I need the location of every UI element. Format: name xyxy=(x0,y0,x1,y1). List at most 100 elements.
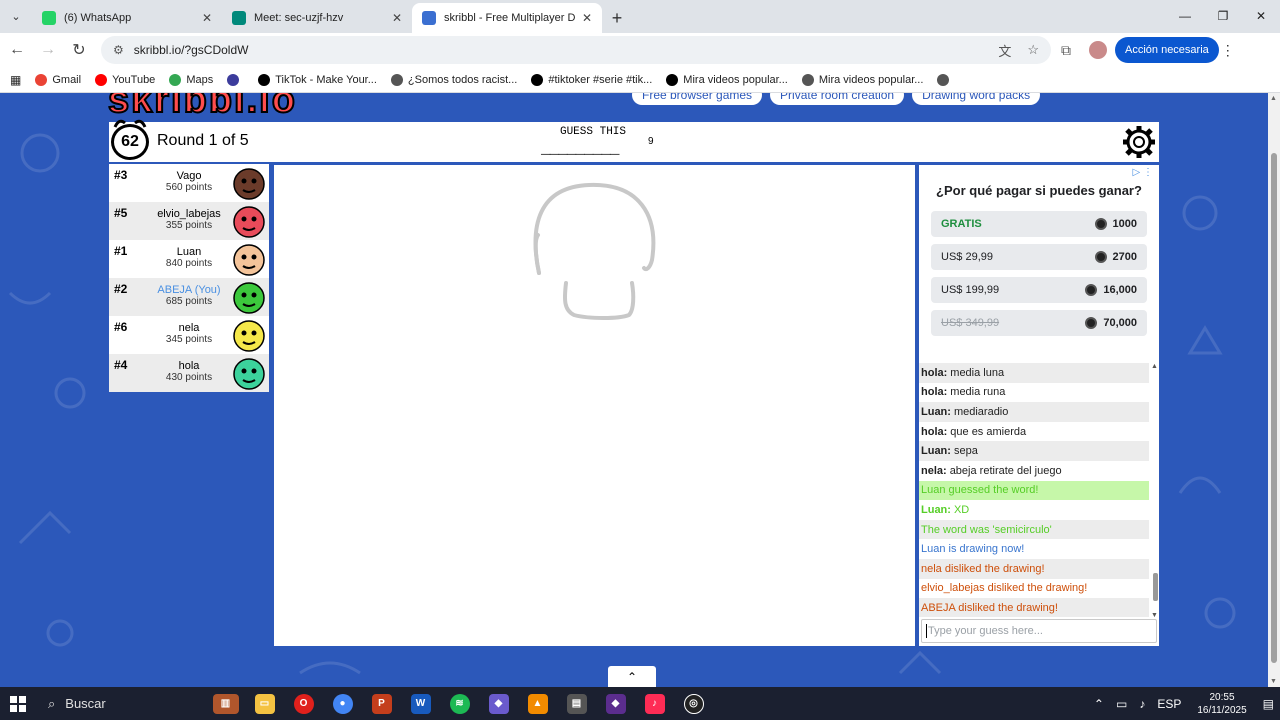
copilot-icon[interactable]: ◆ xyxy=(479,687,518,720)
chrome-icon[interactable]: ● xyxy=(323,687,362,720)
bookmark-star-icon[interactable]: ☆ xyxy=(1027,42,1039,58)
player-info: ABEJA (You) 685 points xyxy=(149,284,229,307)
private-room-link[interactable]: Private room creation xyxy=(770,93,905,105)
reload-button[interactable]: ↻ xyxy=(65,36,93,64)
bookmark-item[interactable]: Gmail xyxy=(35,73,81,86)
ad-offer[interactable]: GRATIS 1000 xyxy=(931,211,1147,237)
new-tab-button[interactable]: + xyxy=(602,3,632,33)
taskbar-widget-icon[interactable]: ▥ xyxy=(206,687,245,720)
bookmark-label: Maps xyxy=(186,73,214,86)
language-indicator[interactable]: ESP xyxy=(1157,697,1181,711)
offer-amount: 70,000 xyxy=(1103,317,1137,329)
player-row[interactable]: #2 ABEJA (You) 685 points xyxy=(109,278,269,316)
player-row[interactable]: #1 Luan 840 points xyxy=(109,240,269,278)
tab-close-icon[interactable]: ✕ xyxy=(202,11,212,25)
guess-input[interactable]: Type your guess here... xyxy=(921,619,1157,643)
bookmark-item[interactable]: YouTube xyxy=(95,73,156,86)
translate-icon[interactable]: 文 xyxy=(998,41,1011,60)
word-packs-link[interactable]: Drawing word packs xyxy=(912,93,1041,105)
tab-close-icon[interactable]: ✕ xyxy=(582,11,592,25)
minimize-button[interactable]: — xyxy=(1166,0,1204,32)
spotify-icon[interactable]: ≋ xyxy=(440,687,479,720)
network-icon[interactable]: ▭ xyxy=(1116,697,1127,711)
apps-icon[interactable]: ▦ xyxy=(10,73,21,87)
bookmark-icon xyxy=(801,73,814,86)
toolbar: ← → ↻ ⚙ skribbl.io/?gsCDoldW 文 ☆ ⧉ Acció… xyxy=(0,33,1280,67)
ad-offer[interactable]: US$ 29,99 2700 xyxy=(931,244,1147,270)
site-info-icon[interactable]: ⚙ xyxy=(113,43,124,57)
taskbar-search[interactable]: ⌕ Buscar xyxy=(36,696,206,712)
tab-strip: ⌄ (6) WhatsApp ✕ Meet: sec-uzjf-hzv ✕ skribb… xyxy=(0,0,1280,33)
tiktok-icon[interactable]: ♪ xyxy=(635,687,674,720)
close-window-button[interactable]: ✕ xyxy=(1242,0,1280,32)
player-points: 685 points xyxy=(165,296,213,307)
bookmark-label: YouTube xyxy=(112,73,156,86)
player-avatar xyxy=(233,206,265,238)
player-row[interactable]: #4 hola 430 points xyxy=(109,354,269,392)
powerpoint-icon[interactable]: P xyxy=(362,687,401,720)
windows-start-button[interactable] xyxy=(0,687,36,720)
bookmark-item[interactable]: Mira videos popular... xyxy=(666,73,788,86)
address-bar[interactable]: ⚙ skribbl.io/?gsCDoldW 文 ☆ xyxy=(101,36,1051,64)
extensions-icon[interactable]: ⧉ xyxy=(1051,42,1081,59)
chat-scrollbar[interactable]: ▲ ▼ xyxy=(1151,363,1159,619)
chat-log: hola: media luna hola: media runa Luan: media… xyxy=(919,363,1149,617)
back-button[interactable]: ← xyxy=(3,36,31,64)
bookmark-item[interactable]: TikTok - Make Your... xyxy=(258,73,377,86)
vlc-icon[interactable]: ▲ xyxy=(518,687,557,720)
player-rank: #5 xyxy=(114,206,128,220)
browser-menu-icon[interactable]: ⋮ xyxy=(1219,42,1237,59)
bookmark-item[interactable]: Maps xyxy=(169,73,214,86)
bookmark-label: #tiktoker #serie #tik... xyxy=(548,73,653,86)
player-points: 355 points xyxy=(165,220,213,231)
tray-chevron-icon[interactable]: ⌃ xyxy=(1094,697,1104,711)
chat-message: Luan is drawing now! xyxy=(919,539,1149,559)
bookmark-item[interactable]: #tiktoker #serie #tik... xyxy=(531,73,653,86)
tab-close-icon[interactable]: ✕ xyxy=(392,11,402,25)
volume-icon[interactable]: ♪ xyxy=(1139,697,1145,711)
free-browser-games-link[interactable]: Free browser games xyxy=(632,93,763,105)
drawing-canvas[interactable] xyxy=(274,165,915,646)
taskbar-clock[interactable]: 20:55 16/11/2025 xyxy=(1197,691,1246,717)
browser-tab[interactable]: skribbl - Free Multiplayer Drawi ✕ xyxy=(412,3,602,33)
notifications-icon[interactable]: ▤ xyxy=(1263,697,1274,711)
maximize-button[interactable]: ❐ xyxy=(1204,0,1242,32)
ad-choices-icon[interactable]: ▷ ⋮ xyxy=(1133,167,1153,178)
player-avatar xyxy=(233,168,265,200)
bookmark-item[interactable]: ¿Somos todos racist... xyxy=(390,73,517,86)
obs-icon[interactable]: ◎ xyxy=(674,687,713,720)
bookmark-item[interactable] xyxy=(227,73,244,86)
page-scrollbar[interactable]: ▲ ▼ xyxy=(1268,93,1280,687)
guess-this-label: GUESS THIS xyxy=(559,126,626,138)
player-row[interactable]: #5 elvio_labejas 355 points xyxy=(109,202,269,240)
profile-avatar[interactable] xyxy=(1089,41,1107,59)
taskbar-search-label: Buscar xyxy=(65,696,106,711)
player-rank: #1 xyxy=(114,244,128,258)
browser-tab[interactable]: Meet: sec-uzjf-hzv ✕ xyxy=(222,3,412,33)
expand-up-button[interactable]: ⌃ xyxy=(608,666,656,687)
browser-tab[interactable]: (6) WhatsApp ✕ xyxy=(32,3,222,33)
ad-offer[interactable]: US$ 349,99 70,000 xyxy=(931,310,1147,336)
player-row[interactable]: #6 nela 345 points xyxy=(109,316,269,354)
purple-app-icon[interactable]: ◆ xyxy=(596,687,635,720)
forward-button[interactable]: → xyxy=(34,36,62,64)
tab-search-button[interactable]: ⌄ xyxy=(0,0,32,33)
offer-price: US$ 199,99 xyxy=(941,284,1000,296)
ad-offer[interactable]: US$ 199,99 16,000 xyxy=(931,277,1147,303)
opera-icon[interactable]: O xyxy=(284,687,323,720)
bookmark-item[interactable] xyxy=(937,73,954,86)
bookmark-icon xyxy=(95,73,108,86)
player-rank: #6 xyxy=(114,320,128,334)
coin-icon xyxy=(1094,251,1107,263)
player-name: elvio_labejas xyxy=(157,208,221,220)
calculator-icon[interactable]: ▤ xyxy=(557,687,596,720)
settings-gear-icon[interactable] xyxy=(1121,124,1157,160)
bookmark-item[interactable]: Mira videos popular... xyxy=(801,73,923,86)
offer-amount: 2700 xyxy=(1112,251,1137,263)
player-row[interactable]: #3 Vago 560 points xyxy=(109,164,269,202)
file-explorer-icon[interactable]: ▭ xyxy=(245,687,284,720)
bookmark-icon xyxy=(169,73,182,86)
word-icon[interactable]: W xyxy=(401,687,440,720)
chat-sender: hola: xyxy=(921,425,948,438)
action-needed-button[interactable]: Acción necesaria xyxy=(1115,37,1219,63)
